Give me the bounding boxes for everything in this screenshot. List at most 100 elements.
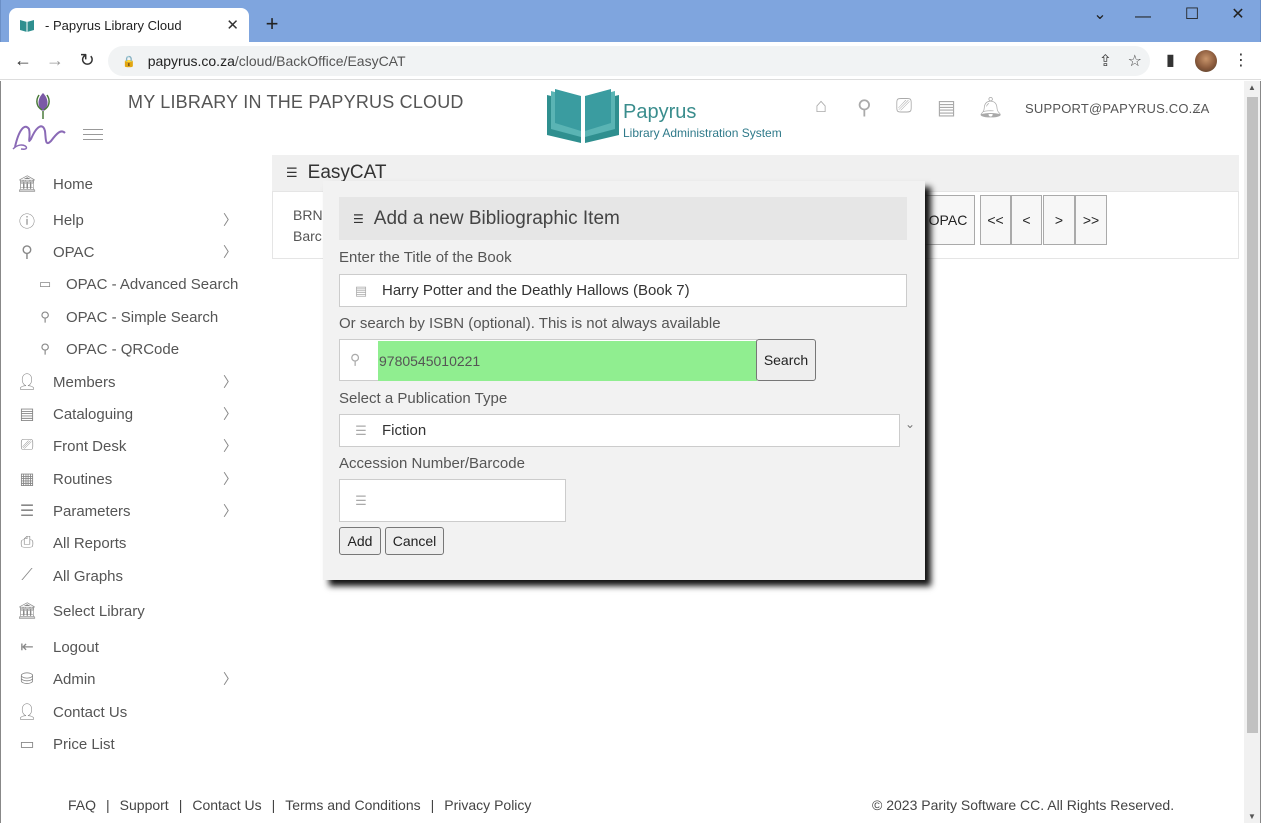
window-close-icon[interactable]: ✕ xyxy=(1218,4,1258,24)
chevron-right-icon: 〉 xyxy=(223,671,237,687)
sidebar-item-label: All Graphs xyxy=(53,567,124,585)
copyright: © 2023 Parity Software CC. All Rights Re… xyxy=(872,797,1175,813)
new-tab-button[interactable]: + xyxy=(259,12,285,38)
minimize-icon[interactable]: — xyxy=(1123,8,1163,26)
url-domain: papyrus.co.za xyxy=(147,53,235,69)
front-desk-icon[interactable]: ⎚ xyxy=(896,95,912,118)
page-scrollbar[interactable]: ▲ ▼ xyxy=(1244,81,1261,823)
first-record-button[interactable]: << xyxy=(980,195,1011,245)
sidebar-item-parameters[interactable]: ☰ Parameters 〉 xyxy=(1,498,251,524)
sidebar-item-members[interactable]: 👤︎ Members 〉 xyxy=(1,369,251,395)
graph-icon: ⟋ xyxy=(21,567,33,584)
browser-tabstrip: - Papyrus Library Cloud ✕ + ⌄ — ☐ ✕ xyxy=(0,0,1261,42)
sidebar-item-home[interactable]: 🏛︎ Home xyxy=(1,171,251,197)
pubtype-select[interactable]: ☰ Fiction xyxy=(339,414,900,447)
accession-label: Accession Number/Barcode xyxy=(339,455,525,472)
pubtype-label: Select a Publication Type xyxy=(339,390,508,407)
user-email[interactable]: SUPPORT@PAPYRUS.CO.ZA xyxy=(1025,101,1210,116)
accession-field[interactable]: ☰ xyxy=(339,479,566,522)
close-tab-icon[interactable]: ✕ xyxy=(226,16,239,34)
sidebar-item-all-reports[interactable]: ⎙ All Reports xyxy=(1,530,251,556)
menu-toggle-icon[interactable] xyxy=(83,129,103,144)
cancel-button[interactable]: Cancel xyxy=(385,527,444,555)
sidebar-item-opac-advanced[interactable]: ▭ OPAC - Advanced Search xyxy=(1,271,251,297)
sidebar-item-label: Routines xyxy=(53,470,113,488)
scrollbar-thumb[interactable] xyxy=(1247,97,1258,733)
opac-button[interactable]: OPAC xyxy=(921,195,975,245)
book-icon[interactable]: ▤ xyxy=(937,95,956,120)
sidebar-item-price-list[interactable]: ▭ Price List xyxy=(1,731,251,757)
sidebar-item-label: Cataloguing xyxy=(53,405,134,423)
title-value: Harry Potter and the Deathly Hallows (Bo… xyxy=(382,282,690,299)
browser-menu-icon[interactable]: ⋮ xyxy=(1233,50,1249,70)
last-record-button[interactable]: >> xyxy=(1075,195,1107,245)
barcode-label: Barc xyxy=(293,228,322,244)
back-arrow-icon[interactable]: ← xyxy=(11,50,35,71)
footer-separator: | xyxy=(430,797,435,813)
sidebar-item-admin[interactable]: ⛁ Admin 〉 xyxy=(1,666,251,692)
search-icon: ⚲ xyxy=(40,309,50,324)
footer-link-terms[interactable]: Terms and Conditions xyxy=(285,797,420,813)
scroll-down-icon[interactable]: ▼ xyxy=(1248,812,1256,821)
address-bar[interactable]: 🔒 papyrus.co.za/cloud/BackOffice/EasyCAT… xyxy=(108,46,1150,76)
list-icon: ☰ xyxy=(355,492,367,508)
forward-arrow-icon[interactable]: → xyxy=(43,50,67,71)
footer-link-privacy[interactable]: Privacy Policy xyxy=(444,797,531,813)
search-icon: ⚲ xyxy=(40,341,50,356)
tab-search-chevron-icon[interactable]: ⌄ xyxy=(1080,4,1120,24)
sidebar-item-select-library[interactable]: 🏛︎ Select Library xyxy=(1,598,251,624)
side-panel-icon[interactable]: ▮ xyxy=(1166,50,1175,70)
sidebar-item-label: Help xyxy=(53,211,84,229)
dialog-header: ☰ Add a new Bibliographic Item xyxy=(339,197,907,240)
chevron-down-icon[interactable]: ⌄ xyxy=(905,417,915,431)
sidebar-item-help[interactable]: ⓘ Help 〉 xyxy=(1,207,251,233)
lock-icon: 🔒 xyxy=(122,55,136,68)
search-icon[interactable]: ⚲ xyxy=(857,95,872,120)
sidebar-item-opac-qrcode[interactable]: ⚲ OPAC - QRCode xyxy=(1,336,251,362)
scroll-up-icon[interactable]: ▲ xyxy=(1248,83,1256,92)
sidebar-item-cataloguing[interactable]: ▤ Cataloguing 〉 xyxy=(1,401,251,427)
monitor-icon: ▭ xyxy=(38,276,52,291)
add-bibliographic-item-dialog: ☰ Add a new Bibliographic Item Enter the… xyxy=(323,181,925,580)
bank-icon: 🏛︎ xyxy=(17,176,38,193)
sidebar-item-opac-simple[interactable]: ⚲ OPAC - Simple Search xyxy=(1,304,251,330)
maximize-icon[interactable]: ☐ xyxy=(1172,4,1212,24)
add-button[interactable]: Add xyxy=(339,527,381,555)
app-title: MY LIBRARY IN THE PAPYRUS CLOUD xyxy=(128,92,464,112)
footer-links: FAQ | Support | Contact Us | Terms and Conditi… xyxy=(68,797,531,813)
home-icon[interactable]: ⌂ xyxy=(815,95,827,118)
share-icon[interactable]: ⇪ xyxy=(1099,51,1112,71)
logo-name: Papyrus xyxy=(623,101,697,123)
desk-icon: ⎚ xyxy=(20,437,34,454)
isbn-input[interactable]: 9780545010221 xyxy=(378,341,757,381)
title-field[interactable]: ▤ Harry Potter and the Deathly Hallows (… xyxy=(339,274,907,307)
chevron-down-icon[interactable]: ⌄ xyxy=(1191,99,1203,116)
isbn-search-button[interactable]: Search xyxy=(756,339,816,381)
sidebar-item-label: OPAC - Advanced Search xyxy=(66,275,239,293)
list-icon: ☰ xyxy=(355,422,367,438)
footer-link-contact[interactable]: Contact Us xyxy=(192,797,261,813)
papyrus-logo: Papyrus Library Administration System xyxy=(545,87,795,147)
sidebar-item-front-desk[interactable]: ⎚ Front Desk 〉 xyxy=(1,433,251,459)
sidebar-item-routines[interactable]: ▦ Routines 〉 xyxy=(1,466,251,492)
open-book-logo-icon xyxy=(547,89,619,143)
wallet-icon: ▭ xyxy=(19,736,35,753)
sidebar-item-logout[interactable]: ⇤ Logout xyxy=(1,634,251,660)
sidebar-item-label: All Reports xyxy=(53,534,127,552)
reload-icon[interactable]: ↻ xyxy=(75,50,99,71)
prev-record-button[interactable]: < xyxy=(1011,195,1042,245)
bell-icon[interactable]: 🔔︎ xyxy=(978,95,1003,120)
profile-avatar[interactable] xyxy=(1195,50,1217,72)
isbn-field[interactable]: ⚲ 9780545010221 xyxy=(339,339,757,381)
footer-link-faq[interactable]: FAQ xyxy=(68,797,96,813)
sidebar-item-label: Home xyxy=(53,175,94,193)
next-record-button[interactable]: > xyxy=(1043,195,1075,245)
sidebar-item-opac[interactable]: ⚲ OPAC 〉 xyxy=(1,239,251,265)
sidebar-item-contact-us[interactable]: 👤︎ Contact Us xyxy=(1,699,251,725)
bookmark-star-icon[interactable]: ☆ xyxy=(1128,51,1142,71)
logout-icon: ⇤ xyxy=(20,639,34,656)
sidebar-item-all-graphs[interactable]: ⟋ All Graphs xyxy=(1,563,251,589)
browser-tab[interactable]: - Papyrus Library Cloud ✕ xyxy=(9,8,249,42)
sidebar-item-label: Select Library xyxy=(53,602,145,620)
footer-link-support[interactable]: Support xyxy=(120,797,169,813)
